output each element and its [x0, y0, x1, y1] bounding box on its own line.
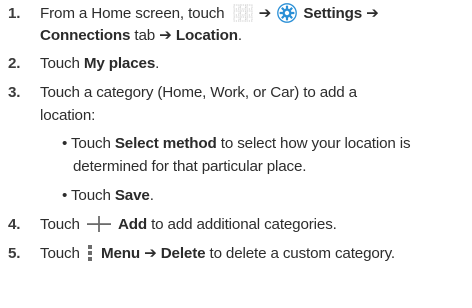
location-label: Location	[175, 27, 238, 44]
arrow: ➔	[366, 5, 379, 22]
my-places-label: My places	[83, 55, 156, 72]
step-text: Touch a category (Home, Work, or Car) to…	[40, 84, 357, 101]
step-number: 4.	[8, 216, 21, 233]
add-label: Add	[117, 216, 148, 233]
step-number: 5.	[8, 245, 21, 262]
menu-label: Menu	[100, 245, 140, 262]
step-text: From a Home screen, touch	[40, 5, 225, 22]
select-method-label: Select method	[114, 135, 217, 152]
arrow: ➔	[144, 245, 157, 262]
bullet: •	[62, 135, 68, 152]
menu-vertical-icon	[86, 244, 94, 262]
delete-label: Delete	[160, 245, 206, 262]
save-label: Save	[114, 187, 150, 204]
step-number: 2.	[8, 55, 21, 72]
step-number: 3.	[8, 84, 21, 101]
bullet: •	[62, 187, 68, 204]
connections-label: Connections	[40, 27, 131, 44]
apps-grid-icon	[233, 4, 253, 22]
settings-label: Settings	[303, 5, 363, 22]
arrow: ➔	[159, 27, 172, 44]
plus-icon	[86, 215, 112, 233]
instructions-document: 1. From a Home screen, touch ➔ Settings …	[0, 0, 472, 308]
arrow: ➔	[258, 5, 272, 22]
settings-gear-icon	[277, 3, 298, 23]
step-number: 1.	[8, 5, 21, 22]
